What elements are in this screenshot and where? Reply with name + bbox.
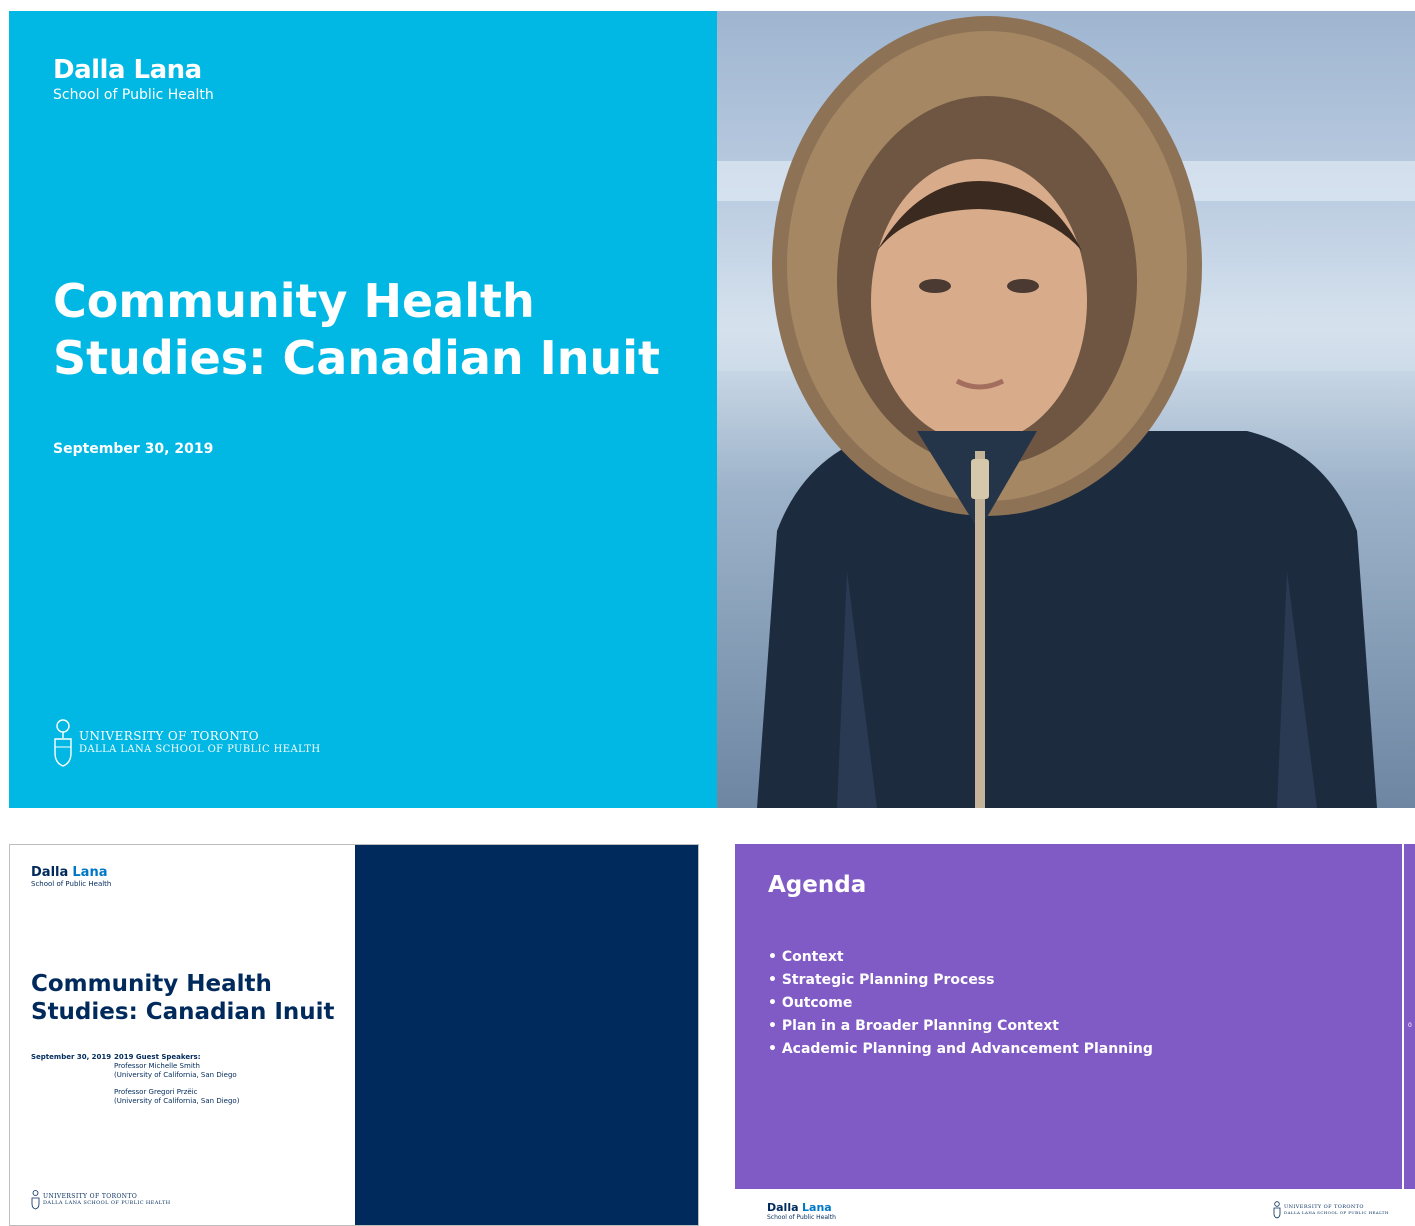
uoft-logo: UNIVERSITY OF TORONTO DALLA LANA SCHOOL …: [53, 719, 321, 767]
logo-word-lana: Lana: [72, 865, 108, 880]
speaker-affiliation: (University of California, San Diego): [114, 1097, 240, 1105]
slide-title: Community Health Studies: Canadian Inuit: [53, 274, 661, 385]
uoft-name: UNIVERSITY OF TORONTO: [79, 729, 259, 744]
slide-footer: Dalla Lana School of Public Health UNIVE…: [735, 1189, 1415, 1226]
logo-wordmark: Dalla Lana: [53, 55, 202, 85]
title-slide-navy[interactable]: Dalla Lana School of Public Health Commu…: [9, 844, 699, 1226]
logo-subtitle: School of Public Health: [53, 87, 214, 103]
speaker-name: Professor Michelle Smith: [114, 1062, 200, 1070]
crest-icon: [1273, 1201, 1281, 1219]
logo-subtitle: School of Public Health: [767, 1214, 836, 1221]
uoft-school: DALLA LANA SCHOOL OF PUBLIC HEALTH: [1284, 1209, 1389, 1215]
agenda-heading: Agenda: [768, 872, 867, 898]
logo: Dalla Lana School of Public Health: [31, 865, 111, 888]
agenda-panel: Agenda • Context • Strategic Planning Pr…: [735, 844, 1402, 1189]
logo-word-dalla: Dalla: [31, 865, 69, 880]
agenda-item: • Plan in a Broader Planning Context: [768, 1018, 1059, 1034]
uoft-logo: UNIVERSITY OF TORONTO DALLA LANA SCHOOL …: [31, 1190, 171, 1210]
speaker-affiliation: (University of California, San Diego: [114, 1071, 237, 1079]
uoft-school: DALLA LANA SCHOOL OF PUBLIC HEALTH: [43, 1199, 171, 1206]
hero-photo: [717, 11, 1415, 808]
agenda-item: • Academic Planning and Advancement Plan…: [768, 1041, 1153, 1057]
logo-subtitle: School of Public Health: [31, 880, 112, 888]
slide-date: September 30, 2019: [31, 1053, 112, 1061]
guest-speakers: 2019 Guest Speakers: Professor Michelle …: [114, 1053, 239, 1106]
agenda-item: • Context: [768, 949, 844, 965]
logo-word-dalla: Dalla: [767, 1201, 799, 1214]
next-slide-strip: [1404, 844, 1415, 1189]
logo-word-lana: Lana: [802, 1201, 832, 1214]
agenda-list: • Context • Strategic Planning Process •…: [768, 946, 1153, 1061]
logo: Dalla Lana School of Public Health: [767, 1201, 836, 1221]
title-panel: Dalla Lana School of Public Health Commu…: [9, 11, 717, 808]
uoft-school: DALLA LANA SCHOOL OF PUBLIC HEALTH: [79, 744, 321, 756]
speakers-label: 2019 Guest Speakers:: [114, 1053, 201, 1061]
navy-panel: [355, 845, 698, 1225]
agenda-item: • Outcome: [768, 995, 853, 1011]
uoft-logo: UNIVERSITY OF TORONTO DALLA LANA SCHOOL …: [1273, 1201, 1389, 1219]
title-slide-cyan[interactable]: Dalla Lana School of Public Health Commu…: [9, 11, 1415, 808]
crest-icon: [31, 1190, 40, 1210]
agenda-item: • Strategic Planning Process: [768, 972, 995, 988]
page-number: 0: [1408, 1022, 1412, 1029]
slide-date: September 30, 2019: [53, 441, 214, 457]
slide-title: Community Health Studies: Canadian Inuit: [31, 971, 335, 1025]
woman-in-parka-image: [717, 16, 1415, 808]
crest-icon: [54, 719, 72, 767]
agenda-slide[interactable]: Agenda • Context • Strategic Planning Pr…: [735, 844, 1415, 1226]
speaker-name: Professor Gregori Przëic: [114, 1088, 198, 1096]
